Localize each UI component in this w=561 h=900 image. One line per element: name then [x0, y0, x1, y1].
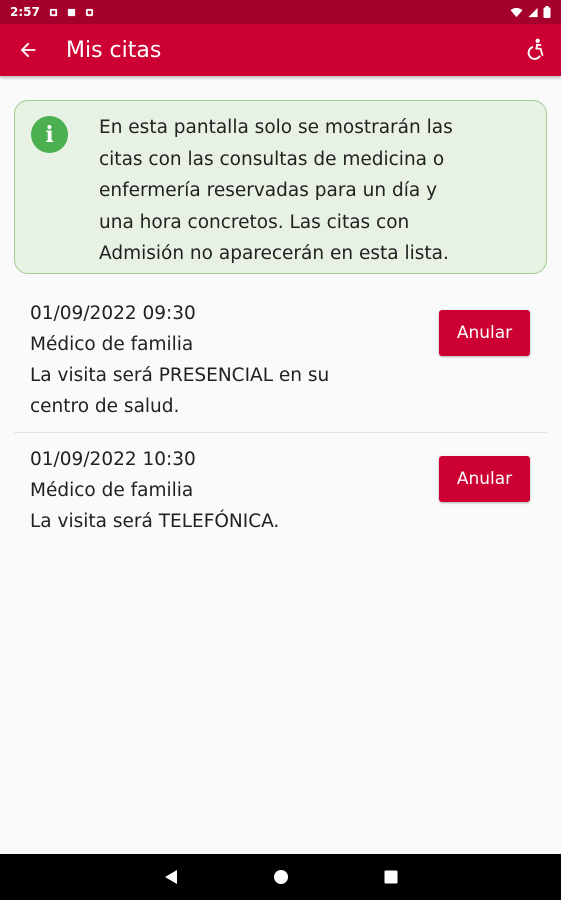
appointment-specialty: Médico de familia: [30, 334, 194, 355]
info-box: i En esta pantalla solo se mostrarán las…: [14, 100, 547, 274]
navigation-bar: [0, 854, 561, 900]
appointment-details: 01/09/2022 10:30 Médico de familia La vi…: [30, 444, 410, 537]
notification-icon: [49, 8, 57, 16]
appointment-details: 01/09/2022 09:30 Médico de familia La vi…: [30, 298, 410, 422]
appointment-item: 01/09/2022 09:30 Médico de familia La vi…: [0, 298, 561, 422]
divider: [14, 432, 547, 433]
nav-home-button[interactable]: [269, 865, 293, 889]
appointment-mode: La visita será TELEFÓNICA.: [30, 511, 280, 532]
appointment-datetime: 01/09/2022 10:30: [30, 449, 196, 470]
info-icon: i: [31, 116, 68, 153]
circle-home-icon: [273, 870, 288, 884]
app-bar: Mis citas: [0, 24, 561, 76]
info-line: una hora concretos. Las citas con: [99, 211, 410, 233]
notification-icon: [67, 8, 75, 16]
status-left: 2:57: [10, 5, 94, 19]
info-line: enfermería reservadas para un día y: [99, 180, 438, 201]
info-line: citas con las consultas de medicina o: [99, 148, 445, 170]
appointment-specialty: Médico de familia: [30, 480, 194, 501]
notification-icon: [85, 8, 93, 16]
info-line: Admisión no aparecerán en esta lista.: [99, 243, 449, 264]
signal-icon: [528, 7, 538, 17]
cancel-appointment-button[interactable]: Anular: [439, 456, 530, 502]
back-button[interactable]: [2, 24, 54, 76]
accessibility-icon: [527, 38, 544, 60]
triangle-back-icon: [164, 870, 177, 884]
status-time: 2:57: [10, 5, 40, 19]
arrow-left-icon: [20, 42, 36, 58]
info-line: En esta pantalla solo se mostrarán las: [99, 117, 453, 138]
wifi-icon: [510, 7, 523, 17]
square-recents-icon: [384, 870, 397, 884]
battery-icon: [543, 6, 551, 18]
page-title: Mis citas: [66, 37, 162, 63]
nav-recents-button[interactable]: [379, 865, 403, 889]
cancel-appointment-button[interactable]: Anular: [439, 310, 530, 356]
appointment-datetime: 01/09/2022 09:30: [30, 303, 196, 324]
appointment-mode: centro de salud.: [30, 396, 180, 417]
appointment-mode: La visita será PRESENCIAL en su: [30, 365, 330, 386]
accessibility-button[interactable]: [509, 24, 561, 76]
status-right: [510, 6, 551, 18]
nav-back-button[interactable]: [159, 865, 183, 889]
appointment-item: 01/09/2022 10:30 Médico de familia La vi…: [0, 444, 561, 537]
info-text: En esta pantalla solo se mostrarán las c…: [99, 112, 529, 270]
status-bar: 2:57: [0, 0, 561, 24]
